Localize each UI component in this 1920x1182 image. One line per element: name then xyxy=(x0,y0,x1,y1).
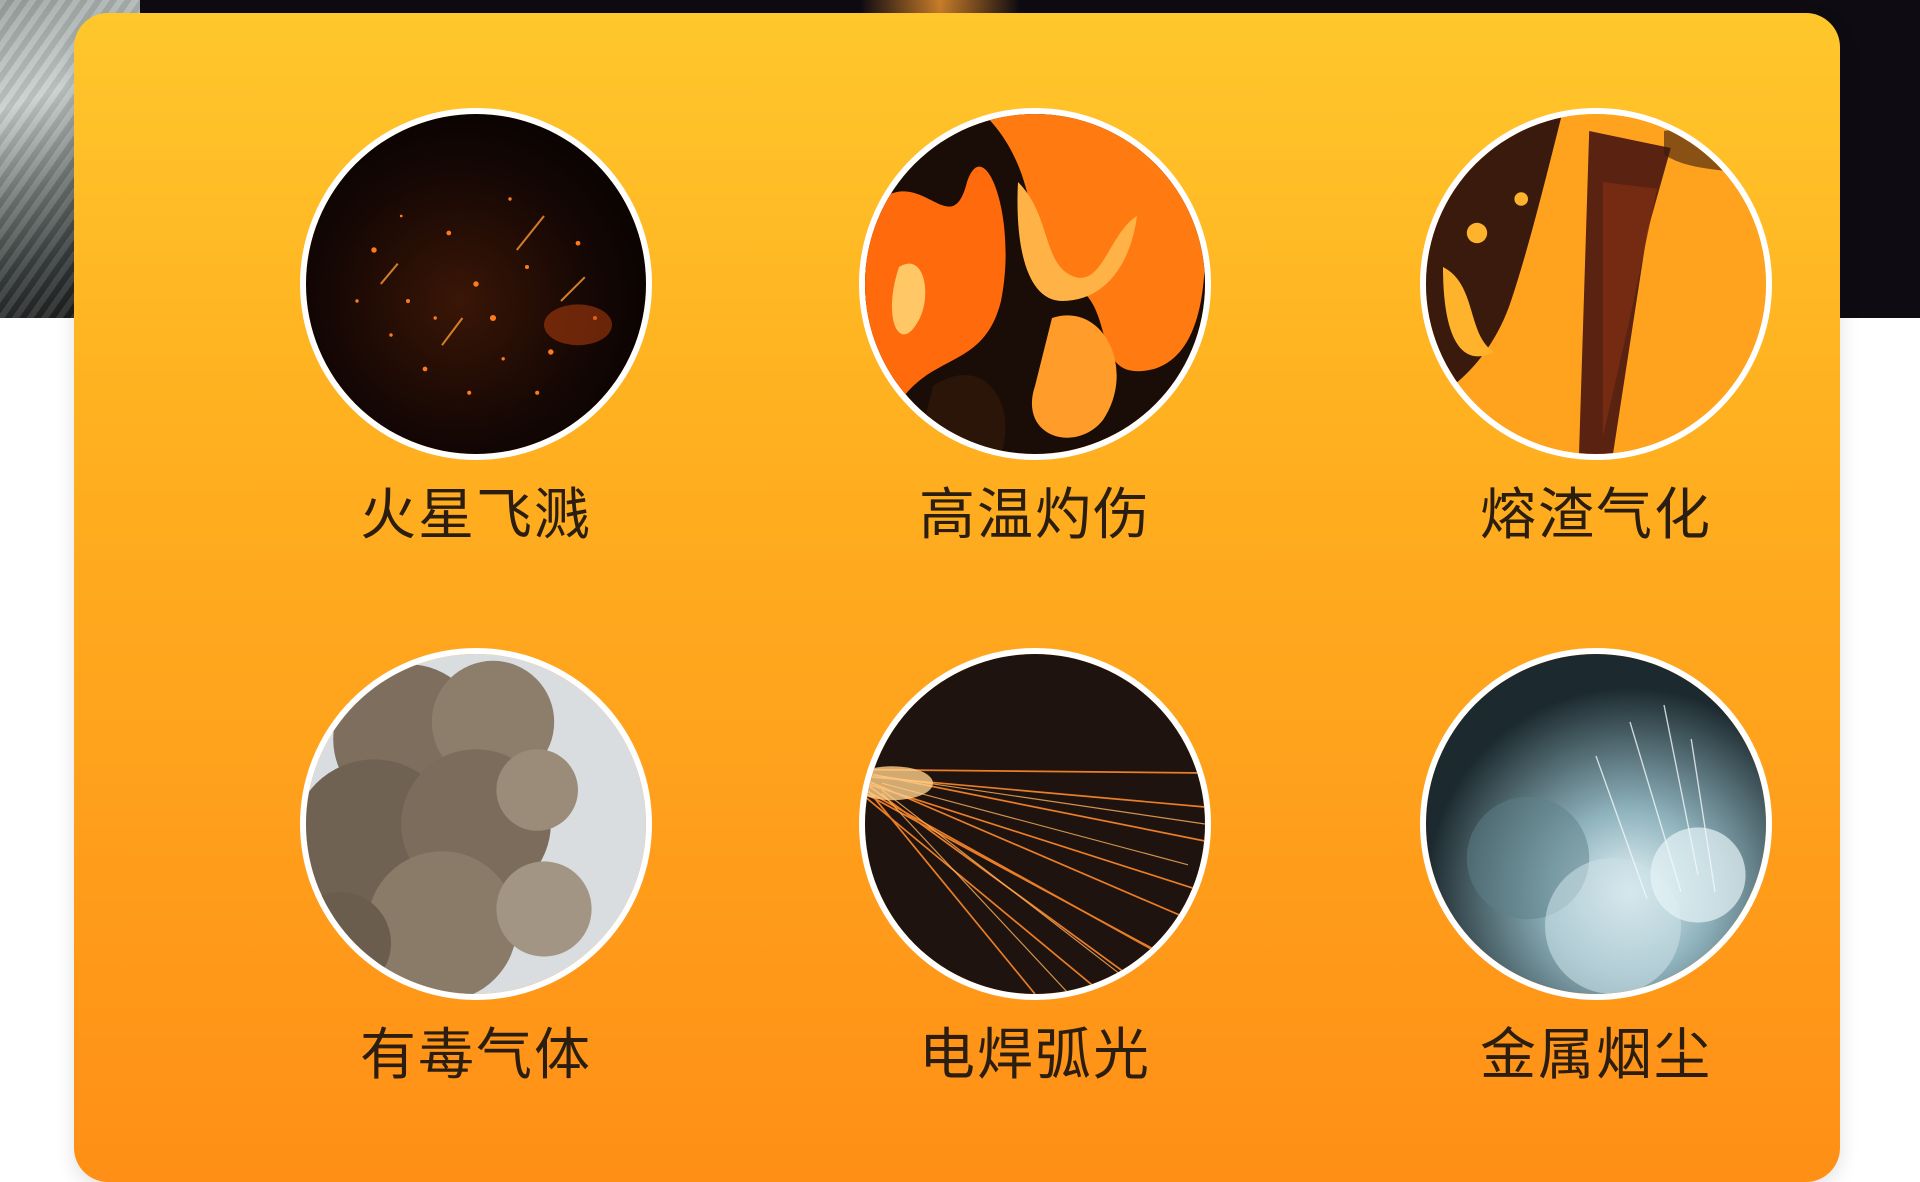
hazard-item-arc-light: 电焊弧光 xyxy=(850,648,1220,1092)
molten-slag-photo-icon xyxy=(1420,108,1772,460)
hazard-item-flames: 高温灼伤 xyxy=(850,108,1220,552)
hazard-label: 熔渣气化 xyxy=(1480,483,1712,548)
hazard-item-slag: 熔渣气化 xyxy=(1411,108,1781,552)
hazard-card: 火星飞溅 高温灼伤 熔渣气化 有毒气体 电焊弧光 金属烟尘 xyxy=(74,13,1840,1182)
hazard-label: 高温灼伤 xyxy=(919,483,1151,548)
hazard-label: 电焊弧光 xyxy=(919,1023,1151,1088)
hazard-label: 金属烟尘 xyxy=(1480,1023,1712,1088)
metal-fume-photo-icon xyxy=(1420,648,1772,1000)
welding-arc-photo-icon xyxy=(859,648,1211,1000)
hazard-item-sparks: 火星飞溅 xyxy=(291,108,661,552)
hazard-item-metal-fume: 金属烟尘 xyxy=(1411,648,1781,1092)
hazard-page: 火星飞溅 高温灼伤 熔渣气化 有毒气体 电焊弧光 金属烟尘 xyxy=(0,0,1920,1182)
sparks-photo-icon xyxy=(300,108,652,460)
hazard-label: 有毒气体 xyxy=(360,1023,592,1088)
toxic-smoke-photo-icon xyxy=(300,648,652,1000)
flames-photo-icon xyxy=(859,108,1211,460)
hazard-label: 火星飞溅 xyxy=(360,483,592,548)
header-glow xyxy=(860,0,1020,14)
hazard-item-toxic-gas: 有毒气体 xyxy=(291,648,661,1092)
